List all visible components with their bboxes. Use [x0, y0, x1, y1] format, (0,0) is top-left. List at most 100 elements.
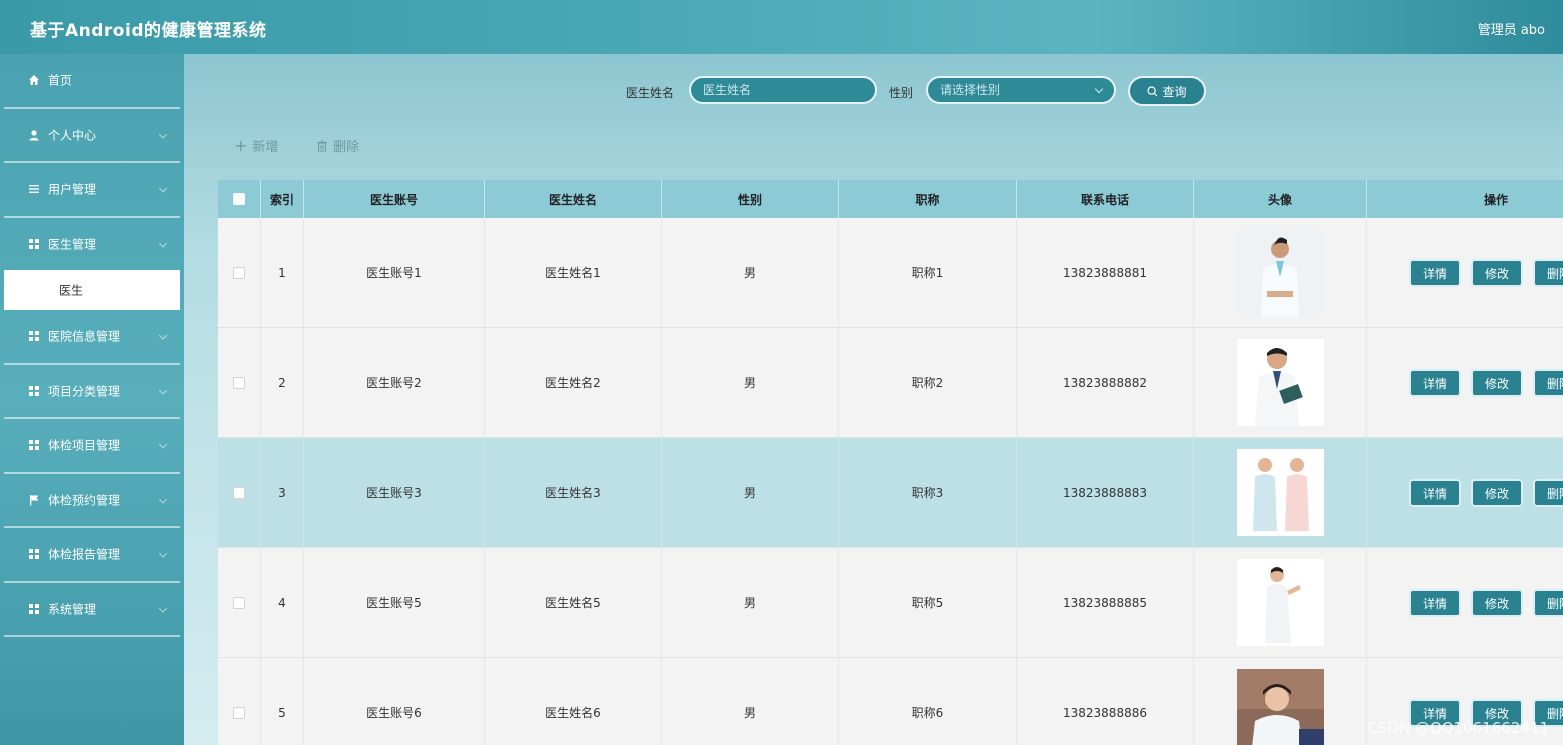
gender-select-placeholder: 请选择性别 [940, 83, 1001, 97]
cell-index: 3 [261, 438, 304, 547]
sidebar-item-home[interactable]: 首页 [4, 54, 180, 109]
sidebar-item-users[interactable]: 用户管理 [4, 163, 180, 218]
plus-icon: + [234, 136, 248, 155]
cell-name: 医生姓名1 [485, 218, 662, 327]
cell-gender: 男 [662, 328, 839, 437]
row-delete-button[interactable]: 删除 [1533, 479, 1563, 507]
sidebar-item-label: 体检预约管理 [48, 493, 121, 508]
cell-account: 医生账号2 [304, 328, 485, 437]
row-delete-button[interactable]: 删除 [1533, 369, 1563, 397]
cell-gender: 男 [662, 658, 839, 745]
sidebar-item-label: 医生管理 [48, 237, 97, 252]
edit-button[interactable]: 修改 [1471, 369, 1523, 397]
row-checkbox[interactable] [233, 596, 245, 609]
watermark: CSDN @QQ1061662411 [1367, 719, 1549, 737]
row-delete-button[interactable]: 删除 [1533, 259, 1563, 287]
grid-icon [28, 548, 40, 560]
detail-button[interactable]: 详情 [1409, 479, 1461, 507]
cell-name: 医生姓名6 [485, 658, 662, 745]
sidebar-item-label: 个人中心 [48, 128, 97, 143]
sidebar-item-label: 体检报告管理 [48, 547, 121, 562]
cell-name: 医生姓名5 [485, 548, 662, 657]
cell-avatar [1194, 328, 1367, 437]
sidebar-item-hospital-info[interactable]: 医院信息管理 [4, 310, 180, 365]
sidebar-item-label: 医院信息管理 [48, 329, 121, 344]
sidebar-item-system[interactable]: 系统管理 [4, 583, 180, 637]
doctor-table: 索引 医生账号 医生姓名 性别 职称 联系电话 头像 操作 1 医生账号1 医生… [218, 180, 1563, 745]
table-row[interactable]: 1 医生账号1 医生姓名1 男 职称1 13823888881 详情 修改 删除 [218, 218, 1563, 328]
grid-icon [28, 238, 40, 250]
cell-index: 5 [261, 658, 304, 745]
row-delete-button[interactable]: 删除 [1533, 589, 1563, 617]
gender-select[interactable]: 请选择性别 [926, 76, 1116, 104]
sidebar-subitem-doctor[interactable]: 医生 [4, 270, 180, 310]
sidebar-subitem-label: 医生 [59, 283, 84, 298]
row-checkbox-cell [218, 438, 261, 547]
row-checkbox-cell [218, 328, 261, 437]
detail-button[interactable]: 详情 [1409, 589, 1461, 617]
row-checkbox[interactable] [233, 486, 245, 499]
edit-button[interactable]: 修改 [1471, 259, 1523, 287]
col-avatar: 头像 [1194, 180, 1367, 218]
gender-label: 性别 [889, 86, 914, 100]
sidebar-item-category[interactable]: 项目分类管理 [4, 365, 180, 419]
chevron-down-icon [158, 385, 168, 395]
doctor-avatar [1236, 449, 1324, 536]
sidebar-item-appointments[interactable]: 体检预约管理 [4, 474, 180, 528]
cell-name: 医生姓名3 [485, 438, 662, 547]
query-button[interactable]: 查询 [1128, 76, 1206, 106]
sidebar-item-profile[interactable]: 个人中心 [4, 109, 180, 163]
user-menu[interactable]: 管理员 abo [1478, 19, 1545, 38]
chevron-down-icon [158, 238, 168, 248]
row-checkbox[interactable] [233, 706, 245, 719]
sidebar-item-exam-items[interactable]: 体检项目管理 [4, 419, 180, 474]
user-icon [28, 129, 40, 141]
delete-button[interactable]: 删除 [316, 136, 359, 155]
trash-icon [317, 140, 327, 151]
table-row[interactable]: 2 医生账号2 医生姓名2 男 职称2 13823888882 详情 修改 删除 [218, 328, 1563, 438]
sidebar-item-doctors[interactable]: 医生管理 [4, 218, 180, 272]
chevron-down-icon [158, 184, 168, 193]
grid-icon [28, 603, 40, 615]
row-checkbox-cell [218, 548, 261, 657]
cell-name: 医生姓名2 [485, 328, 662, 437]
chevron-down-icon [1094, 84, 1104, 94]
cell-index: 4 [261, 548, 304, 657]
row-checkbox[interactable] [233, 266, 245, 279]
cell-avatar [1194, 548, 1367, 657]
add-button[interactable]: + 新增 [234, 136, 278, 155]
main-content: 医生姓名 医生姓名 性别 请选择性别 查询 + 新增 删除 索引 医生账号 医生… [184, 54, 1563, 745]
cell-avatar [1194, 658, 1367, 745]
cell-title: 职称1 [839, 218, 1017, 327]
detail-button[interactable]: 详情 [1409, 259, 1461, 287]
cell-account: 医生账号5 [304, 548, 485, 657]
cell-gender: 男 [662, 438, 839, 547]
cell-account: 医生账号3 [304, 438, 485, 547]
grid-icon [28, 330, 40, 342]
sidebar-item-label: 项目分类管理 [48, 384, 121, 399]
cell-actions: 详情 修改 删除 [1367, 548, 1563, 657]
table-row[interactable]: 5 医生账号6 医生姓名6 男 职称6 13823888886 详情 修改 删除 [218, 658, 1563, 745]
app-title: 基于Android的健康管理系统 [30, 21, 267, 41]
sidebar-item-label: 首页 [48, 73, 73, 88]
search-bar: 医生姓名 医生姓名 性别 请选择性别 查询 [184, 76, 1563, 106]
chevron-down-icon [158, 440, 168, 449]
sidebar: 首页 个人中心 用户管理 医生管理 医生 医院信息管理 项目分类管理 体检项目管… [0, 54, 184, 745]
cell-avatar [1194, 438, 1367, 547]
table-row[interactable]: 3 医生账号3 医生姓名3 男 职称3 13823888883 详情 修改 删除 [218, 438, 1563, 548]
edit-button[interactable]: 修改 [1471, 589, 1523, 617]
chevron-down-icon [158, 549, 168, 558]
cell-phone: 13823888883 [1017, 438, 1194, 547]
sidebar-item-reports[interactable]: 体检报告管理 [4, 528, 180, 583]
flag-icon [28, 494, 40, 506]
table-row[interactable]: 4 医生账号5 医生姓名5 男 职称5 13823888885 详情 修改 删除 [218, 548, 1563, 658]
cell-phone: 13823888885 [1017, 548, 1194, 657]
row-checkbox[interactable] [233, 376, 245, 389]
cell-gender: 男 [662, 548, 839, 657]
edit-button[interactable]: 修改 [1471, 479, 1523, 507]
select-all-checkbox[interactable] [233, 193, 245, 205]
home-icon [28, 74, 40, 86]
doctor-name-input[interactable]: 医生姓名 [689, 76, 877, 104]
cell-phone: 13823888882 [1017, 328, 1194, 437]
detail-button[interactable]: 详情 [1409, 369, 1461, 397]
